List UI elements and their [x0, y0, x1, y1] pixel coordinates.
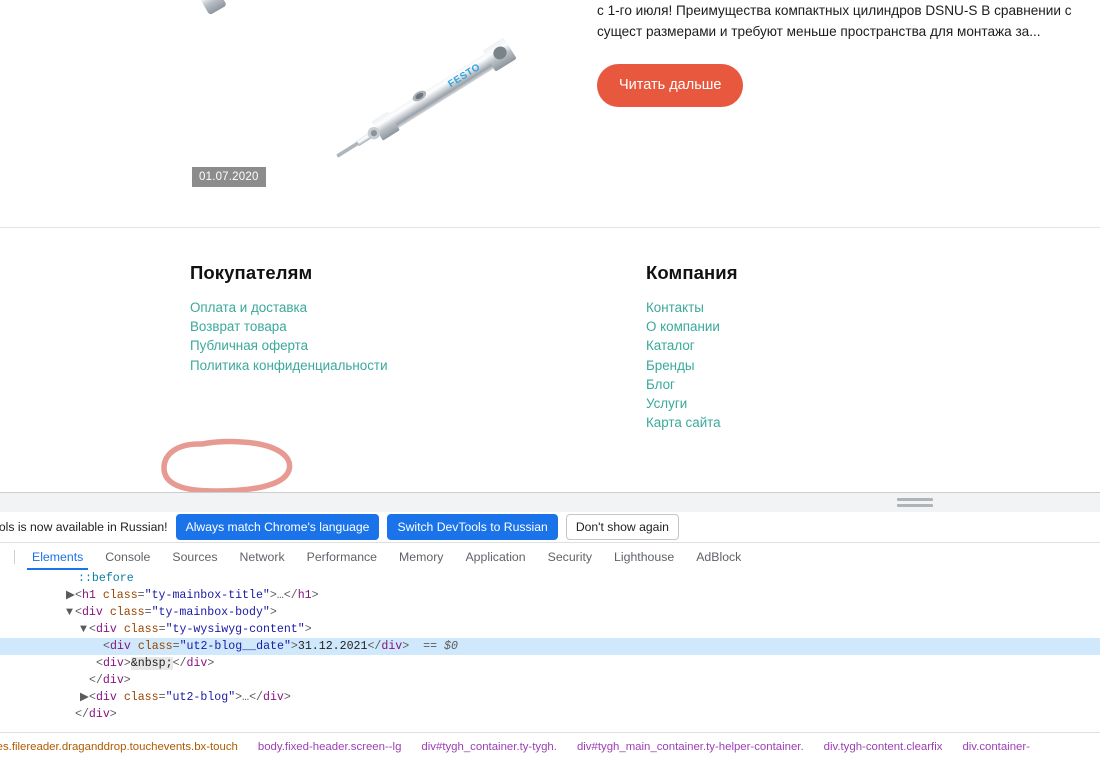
devtools-resize-handle[interactable]	[0, 493, 1100, 512]
tab-console[interactable]: Console	[94, 544, 161, 570]
dom-line-wysiwyg-content[interactable]: ▼<div class="ty-wysiwyg-content">	[0, 621, 1100, 638]
footer-link-about[interactable]: О компании	[646, 317, 738, 336]
tab-security[interactable]: Security	[537, 544, 603, 570]
breadcrumb-html[interactable]: nl.cookies.filereader.draganddrop.touche…	[0, 741, 248, 753]
footer-column-buyers: Покупателям Оплата и доставка Возврат то…	[190, 262, 388, 375]
notification-text: Tools is now available in Russian!	[0, 520, 168, 534]
footer-link-sitemap[interactable]: Карта сайта	[646, 413, 738, 432]
tab-lighthouse[interactable]: Lighthouse	[603, 544, 685, 570]
tab-application[interactable]: Application	[454, 544, 536, 570]
footer-link-returns[interactable]: Возврат товара	[190, 317, 388, 336]
footer-link-catalog[interactable]: Каталог	[646, 336, 738, 355]
footer-link-contacts[interactable]: Контакты	[646, 298, 738, 317]
tab-network[interactable]: Network	[229, 544, 296, 570]
dom-line-h1[interactable]: ▶<h1 class="ty-mainbox-title">…</h1>	[0, 587, 1100, 604]
dom-line-selected-blog-date[interactable]: <div class="ut2-blog__date">31.12.2021</…	[0, 638, 1100, 655]
always-match-chrome-language-button[interactable]: Always match Chrome's language	[176, 514, 380, 540]
breadcrumb-body[interactable]: body.fixed-header.screen--lg	[248, 741, 412, 753]
footer-link-public-offer[interactable]: Публичная оферта	[190, 336, 388, 355]
site-footer: Покупателям Оплата и доставка Возврат то…	[0, 228, 1100, 492]
tab-elements[interactable]: Elements	[21, 544, 94, 570]
breadcrumb-tygh-main-container[interactable]: div#tygh_main_container.ty-helper-contai…	[567, 741, 814, 753]
expand-arrow-icon[interactable]: ▶	[80, 689, 89, 706]
devtools-tabbar: Elements Console Sources Network Perform…	[0, 543, 1100, 571]
dom-breadcrumb-bar[interactable]: nl.cookies.filereader.draganddrop.touche…	[0, 732, 1100, 761]
footer-link-services[interactable]: Услуги	[646, 394, 738, 413]
breadcrumb-container[interactable]: div.container-	[952, 741, 1040, 753]
footer-column-company: Компания Контакты О компании Каталог Бре…	[646, 262, 738, 432]
footer-column-title: Компания	[646, 262, 738, 284]
footer-link-brands[interactable]: Бренды	[646, 356, 738, 375]
read-more-button[interactable]: Читать дальше	[597, 64, 743, 107]
breadcrumb-tygh-content[interactable]: div.tygh-content.clearfix	[814, 741, 953, 753]
dom-line-nbsp-div[interactable]: <div>&nbsp;</div>	[0, 655, 1100, 672]
dom-line-close-mainbox-body[interactable]: </div>	[0, 706, 1100, 723]
dom-selected-marker: == $0	[423, 640, 458, 653]
pseudo-before-label: ::before	[78, 572, 134, 585]
dom-line-mainbox-body[interactable]: ▼<div class="ty-mainbox-body">	[0, 604, 1100, 621]
collapse-arrow-icon[interactable]: ▼	[66, 604, 75, 621]
tab-adblock[interactable]: AdBlock	[685, 544, 752, 570]
footer-link-blog[interactable]: Блог	[646, 375, 738, 394]
dom-line-ut2-blog[interactable]: ▶<div class="ut2-blog">…</div>	[0, 689, 1100, 706]
collapse-arrow-icon[interactable]: ▼	[80, 621, 89, 638]
blog-post-body: с 1-го июля! Преимущества компактных цил…	[597, 0, 1087, 107]
drag-grip-icon	[897, 498, 933, 507]
blog-post-excerpt: с 1-го июля! Преимущества компактных цил…	[597, 0, 1087, 42]
breadcrumb-tygh-container[interactable]: div#tygh_container.ty-tygh.	[411, 741, 567, 753]
footer-link-payment-delivery[interactable]: Оплата и доставка	[190, 298, 388, 317]
expand-arrow-icon[interactable]: ▶	[66, 587, 75, 604]
dom-line-close-wysiwyg[interactable]: </div>	[0, 672, 1100, 689]
tab-sources[interactable]: Sources	[161, 544, 228, 570]
browser-page-viewport: FESTO FESTO 01.07.2020	[0, 0, 1100, 492]
tab-performance[interactable]: Performance	[296, 544, 388, 570]
tab-memory[interactable]: Memory	[388, 544, 454, 570]
tabbar-divider	[14, 550, 15, 564]
dom-tree[interactable]: ::before ▶<h1 class="ty-mainbox-title">……	[0, 570, 1100, 723]
dom-line-pseudo-before[interactable]: ::before	[0, 570, 1100, 587]
switch-devtools-to-russian-button[interactable]: Switch DevTools to Russian	[387, 514, 557, 540]
dom-selected-node-text: 31.12.2021	[298, 640, 368, 653]
blog-post-row: FESTO FESTO 01.07.2020	[0, 0, 1100, 228]
devtools-language-notification: Tools is now available in Russian! Alway…	[0, 512, 1100, 543]
devtools-panel: Tools is now available in Russian! Alway…	[0, 492, 1100, 761]
dont-show-again-button[interactable]: Don't show again	[566, 514, 679, 540]
footer-link-privacy-policy[interactable]: Политика конфиденциальности	[190, 356, 388, 375]
blog-post-date-badge: 01.07.2020	[192, 167, 266, 187]
footer-column-title: Покупателям	[190, 262, 388, 284]
